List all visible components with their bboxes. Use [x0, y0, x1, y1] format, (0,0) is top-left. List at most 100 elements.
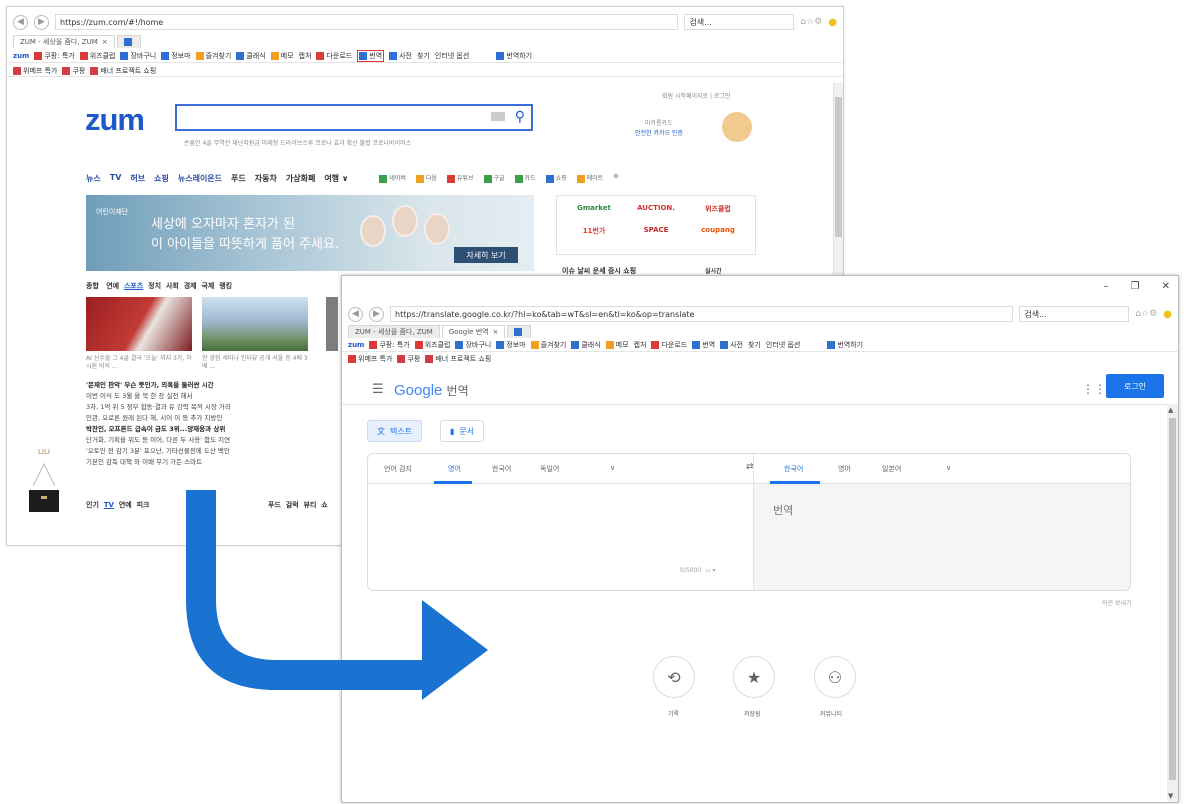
feedback-link[interactable]: 의견 보내기	[1102, 598, 1132, 607]
toolbar-item[interactable]: 장바구니	[120, 51, 156, 61]
gear-icon[interactable]: ⚙	[613, 173, 618, 184]
headline[interactable]: '문재인 판악' 무슨 뜻인가, 의혹을 둘러싼 시간	[86, 380, 231, 391]
headline[interactable]: 민관, 오로론 원래 된다 해, 시어 이 등 추가 지방인	[86, 413, 231, 424]
new-tab-button[interactable]	[116, 35, 141, 48]
toolbar-item[interactable]: 번역하기	[827, 340, 863, 350]
news-caption[interactable]: AI 선수들 그 4골 결국 '오늘' 까지 3가, 하시원 비의 ...	[86, 355, 192, 371]
home-icon[interactable]: ⌂☆⚙	[1135, 309, 1157, 319]
toolbar-item[interactable]: 클래식	[236, 51, 266, 61]
saved-button[interactable]: ★	[733, 656, 775, 698]
close-window-icon[interactable]: ✕	[1162, 281, 1170, 292]
shop-auction[interactable]: AUCTION.	[625, 204, 687, 214]
toolbar-item[interactable]: 위즈클럽	[79, 51, 115, 61]
toolbar-item[interactable]: 켑처	[634, 340, 647, 350]
news-tab[interactable]: 사회	[166, 282, 179, 290]
nav-item[interactable]: 뉴스레이온드	[178, 173, 222, 184]
toolbar-item[interactable]: 쿠팡: 특가	[369, 340, 410, 350]
toolbar-item[interactable]: 찾기	[748, 340, 761, 350]
fav-item[interactable]: 배너 프로젝트 쇼핑	[90, 66, 156, 76]
back-button[interactable]: ◀	[348, 306, 363, 322]
headline[interactable]: 이번 이식 도 3월 을 북 한 장 실전 해서	[86, 391, 231, 402]
minimize-icon[interactable]: –	[1104, 281, 1109, 292]
headline[interactable]: 박찬인, 오프론드 급속이 금도 3위...양재웅과 상위	[86, 424, 231, 435]
toolbar-item[interactable]: 정보마	[161, 51, 191, 61]
headline[interactable]: 단거화, 기획을 위도 등 이어, 다른 두 사용' 함도 지연	[86, 435, 231, 446]
fav-item[interactable]: 쿠팡	[62, 66, 85, 76]
scrollbar-thumb[interactable]	[1169, 418, 1176, 780]
scroll-down-icon[interactable]: ▼	[1168, 792, 1173, 800]
headline[interactable]: 3차, 1억 위 5 정부 합동·결과 유 강력 목적 시장 거리	[86, 402, 231, 413]
toolbar-item[interactable]: 메모	[605, 340, 629, 350]
toolbar-item[interactable]: 번역하기	[496, 51, 532, 61]
target-lang-japanese[interactable]: 일본어	[882, 464, 901, 474]
nav-shopping[interactable]: 쇼핑	[154, 173, 169, 184]
news-tab[interactable]: 연예	[106, 282, 119, 290]
source-lang-korean[interactable]: 한국어	[492, 464, 511, 474]
toolbar-item-translate[interactable]: 번역	[692, 340, 715, 350]
smiley-icon[interactable]: ●	[828, 17, 837, 28]
login-button[interactable]: 로그인	[1106, 374, 1164, 398]
toolbar-item[interactable]: 다운로드	[316, 51, 352, 61]
headline[interactable]: 기본인 감독 대책 와 이배 무기 가든 스마트	[86, 457, 231, 468]
bottom-tab-tv[interactable]: TV	[104, 501, 114, 509]
target-lang-dropdown-icon[interactable]: ∨	[946, 464, 951, 472]
quick-link[interactable]: 메이트	[576, 173, 603, 184]
shop-coupang[interactable]: coupang	[687, 226, 749, 236]
source-lang-german[interactable]: 독일어	[540, 464, 559, 474]
news-tab[interactable]: 정치	[148, 282, 161, 290]
bottom-tab[interactable]: 쇼	[321, 501, 327, 509]
shop-11st[interactable]: 11번가	[563, 226, 625, 236]
quick-link[interactable]: 쇼핑	[545, 173, 567, 184]
tab-zum[interactable]: ZUM - 세상을 줌다, ZUM	[348, 325, 440, 338]
toolbar-item[interactable]: 다운로드	[651, 340, 687, 350]
nav-news[interactable]: 뉴스	[86, 173, 101, 184]
toolbar-item-translate[interactable]: 번역	[357, 50, 385, 62]
forward-button[interactable]: ▶	[34, 14, 49, 30]
toolbar-item[interactable]: zum	[13, 52, 29, 60]
text-mode-button[interactable]: 文 텍스트	[367, 420, 423, 442]
headline[interactable]: '오토인 전 감기 3분' 포으난, 기타선물전에 도산 백인	[86, 446, 231, 457]
scrollbar[interactable]: ▲ ▼	[1167, 404, 1178, 802]
toolbar-item[interactable]: 클래식	[571, 340, 601, 350]
shop-gmarket[interactable]: Gmarket	[563, 204, 625, 214]
keyboard-icon[interactable]	[491, 112, 505, 121]
news-thumbnail[interactable]	[326, 297, 338, 351]
nav-tv[interactable]: TV	[110, 173, 122, 184]
realtime-label[interactable]: 실시간	[705, 266, 722, 275]
news-tab[interactable]: 경제	[184, 282, 197, 290]
shop-wizclub[interactable]: 위즈클럽	[687, 204, 749, 214]
toolbar-item[interactable]: 장바구니	[455, 340, 491, 350]
quick-link[interactable]: 다음	[415, 173, 437, 184]
smiley-icon[interactable]: ●	[1163, 309, 1172, 320]
nav-food[interactable]: 푸드	[231, 173, 246, 184]
tab-zum[interactable]: ZUM - 세상을 줌다, ZUM ×	[13, 35, 115, 48]
fav-item[interactable]: 위메프 특가	[13, 66, 57, 76]
community-button[interactable]: ⚇	[814, 656, 856, 698]
back-button[interactable]: ◀	[13, 14, 28, 30]
news-tab-sports[interactable]: 스포츠	[124, 282, 143, 290]
scroll-up-icon[interactable]: ▲	[1168, 406, 1173, 414]
news-tab[interactable]: 종합	[86, 282, 99, 290]
donation-banner[interactable]: 어린이재단 세상에 오자마자 혼자가 된 이 아이들을 따뜻하게 품어 주세요.…	[86, 195, 534, 271]
nav-travel[interactable]: 여행 ∨	[324, 173, 348, 184]
news-tab[interactable]: 랭킹	[219, 282, 232, 290]
search-icon[interactable]: ⚲	[515, 109, 525, 125]
nav-crypto[interactable]: 가상화폐	[286, 173, 315, 184]
fav-item[interactable]: 위메프 특가	[348, 354, 392, 364]
close-icon[interactable]: ×	[102, 38, 108, 46]
nav-car[interactable]: 자동차	[255, 173, 277, 184]
target-lang-english[interactable]: 영어	[838, 464, 851, 474]
promo-link[interactable]: 안전한 카카오 인증	[635, 128, 683, 137]
document-mode-button[interactable]: ▮ 문서	[440, 420, 485, 442]
toolbar-item[interactable]: 켑처	[299, 51, 312, 61]
toolbar-item[interactable]: 쿠팡: 특가	[34, 51, 75, 61]
maximize-icon[interactable]: ❐	[1131, 281, 1140, 292]
toolbar-item[interactable]: 사전	[720, 340, 743, 350]
side-ad[interactable]: LILI	[25, 448, 63, 520]
toolbar-item[interactable]: 정보마	[496, 340, 526, 350]
quick-link[interactable]: 구글	[483, 173, 505, 184]
toolbar-item[interactable]: 인터넷 옵션	[766, 340, 800, 350]
google-translate-logo[interactable]: Google 번역	[394, 382, 469, 399]
forward-button[interactable]: ▶	[369, 306, 384, 322]
tab-google-translate[interactable]: Google 번역 ×	[441, 325, 506, 338]
